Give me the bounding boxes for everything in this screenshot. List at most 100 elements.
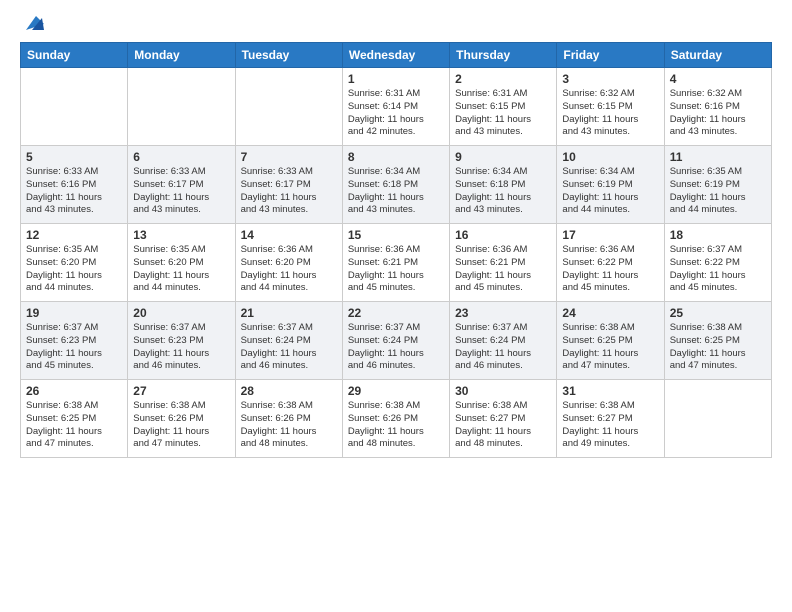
header — [20, 16, 772, 34]
day-number: 1 — [348, 72, 444, 86]
day-info: Sunrise: 6:35 AM Sunset: 6:20 PM Dayligh… — [133, 244, 229, 295]
calendar-cell: 17 Sunrise: 6:36 AM Sunset: 6:22 PM Dayli… — [557, 224, 664, 302]
day-number: 29 — [348, 384, 444, 398]
day-header-saturday: Saturday — [664, 43, 771, 68]
day-info: Sunrise: 6:34 AM Sunset: 6:18 PM Dayligh… — [455, 166, 551, 217]
day-info: Sunrise: 6:38 AM Sunset: 6:26 PM Dayligh… — [241, 400, 337, 451]
day-number: 27 — [133, 384, 229, 398]
day-number: 20 — [133, 306, 229, 320]
calendar-cell — [235, 68, 342, 146]
day-number: 3 — [562, 72, 658, 86]
day-info: Sunrise: 6:36 AM Sunset: 6:21 PM Dayligh… — [455, 244, 551, 295]
calendar-cell: 10 Sunrise: 6:34 AM Sunset: 6:19 PM Dayli… — [557, 146, 664, 224]
calendar-table: SundayMondayTuesdayWednesdayThursdayFrid… — [20, 42, 772, 458]
day-info: Sunrise: 6:38 AM Sunset: 6:26 PM Dayligh… — [133, 400, 229, 451]
calendar-cell: 16Sunrise: 6:36 AM Sunset: 6:21 PM Dayli… — [450, 224, 557, 302]
day-header-tuesday: Tuesday — [235, 43, 342, 68]
day-number: 10 — [562, 150, 658, 164]
logo — [20, 16, 44, 34]
day-info: Sunrise: 6:37 AM Sunset: 6:24 PM Dayligh… — [241, 322, 337, 373]
calendar-cell — [128, 68, 235, 146]
calendar-cell: 4Sunrise: 6:32 AM Sunset: 6:16 PM Daylig… — [664, 68, 771, 146]
day-info: Sunrise: 6:38 AM Sunset: 6:25 PM Dayligh… — [562, 322, 658, 373]
day-info: Sunrise: 6:37 AM Sunset: 6:22 PM Dayligh… — [670, 244, 766, 295]
day-number: 15 — [348, 228, 444, 242]
day-info: Sunrise: 6:38 AM Sunset: 6:25 PM Dayligh… — [670, 322, 766, 373]
day-number: 22 — [348, 306, 444, 320]
calendar-cell: 20 Sunrise: 6:37 AM Sunset: 6:23 PM Dayli… — [128, 302, 235, 380]
calendar-cell — [664, 380, 771, 458]
calendar-week-row: 19 Sunrise: 6:37 AM Sunset: 6:23 PM Dayli… — [21, 302, 772, 380]
calendar-week-row: 5 Sunrise: 6:33 AM Sunset: 6:16 PM Daylig… — [21, 146, 772, 224]
day-number: 19 — [26, 306, 122, 320]
day-number: 13 — [133, 228, 229, 242]
day-number: 11 — [670, 150, 766, 164]
calendar-cell: 12 Sunrise: 6:35 AM Sunset: 6:20 PM Dayli… — [21, 224, 128, 302]
day-number: 8 — [348, 150, 444, 164]
calendar-cell: 15 Sunrise: 6:36 AM Sunset: 6:21 PM Dayli… — [342, 224, 449, 302]
day-info: Sunrise: 6:38 AM Sunset: 6:27 PM Dayligh… — [562, 400, 658, 451]
day-info: Sunrise: 6:38 AM Sunset: 6:26 PM Dayligh… — [348, 400, 444, 451]
calendar-cell: 3Sunrise: 6:32 AM Sunset: 6:15 PM Daylig… — [557, 68, 664, 146]
day-info: Sunrise: 6:33 AM Sunset: 6:16 PM Dayligh… — [26, 166, 122, 217]
day-info: Sunrise: 6:34 AM Sunset: 6:18 PM Dayligh… — [348, 166, 444, 217]
day-info: Sunrise: 6:37 AM Sunset: 6:24 PM Dayligh… — [348, 322, 444, 373]
calendar-cell: 11Sunrise: 6:35 AM Sunset: 6:19 PM Dayli… — [664, 146, 771, 224]
day-number: 9 — [455, 150, 551, 164]
calendar-cell: 8 Sunrise: 6:34 AM Sunset: 6:18 PM Daylig… — [342, 146, 449, 224]
day-info: Sunrise: 6:36 AM Sunset: 6:22 PM Dayligh… — [562, 244, 658, 295]
day-info: Sunrise: 6:32 AM Sunset: 6:16 PM Dayligh… — [670, 88, 766, 139]
day-number: 31 — [562, 384, 658, 398]
day-info: Sunrise: 6:36 AM Sunset: 6:20 PM Dayligh… — [241, 244, 337, 295]
calendar-week-row: 12 Sunrise: 6:35 AM Sunset: 6:20 PM Dayli… — [21, 224, 772, 302]
calendar-week-row: 1 Sunrise: 6:31 AM Sunset: 6:14 PM Daylig… — [21, 68, 772, 146]
calendar-cell: 26Sunrise: 6:38 AM Sunset: 6:25 PM Dayli… — [21, 380, 128, 458]
calendar-cell: 22 Sunrise: 6:37 AM Sunset: 6:24 PM Dayli… — [342, 302, 449, 380]
day-info: Sunrise: 6:33 AM Sunset: 6:17 PM Dayligh… — [241, 166, 337, 217]
calendar-cell: 28 Sunrise: 6:38 AM Sunset: 6:26 PM Dayli… — [235, 380, 342, 458]
calendar-cell: 9 Sunrise: 6:34 AM Sunset: 6:18 PM Daylig… — [450, 146, 557, 224]
day-info: Sunrise: 6:37 AM Sunset: 6:23 PM Dayligh… — [133, 322, 229, 373]
day-info: Sunrise: 6:38 AM Sunset: 6:27 PM Dayligh… — [455, 400, 551, 451]
day-info: Sunrise: 6:37 AM Sunset: 6:23 PM Dayligh… — [26, 322, 122, 373]
calendar-cell: 25 Sunrise: 6:38 AM Sunset: 6:25 PM Dayli… — [664, 302, 771, 380]
calendar-cell: 23Sunrise: 6:37 AM Sunset: 6:24 PM Dayli… — [450, 302, 557, 380]
calendar-cell: 6 Sunrise: 6:33 AM Sunset: 6:17 PM Daylig… — [128, 146, 235, 224]
day-info: Sunrise: 6:38 AM Sunset: 6:25 PM Dayligh… — [26, 400, 122, 451]
day-header-thursday: Thursday — [450, 43, 557, 68]
day-number: 21 — [241, 306, 337, 320]
calendar-cell: 18 Sunrise: 6:37 AM Sunset: 6:22 PM Dayli… — [664, 224, 771, 302]
calendar-cell: 14 Sunrise: 6:36 AM Sunset: 6:20 PM Dayli… — [235, 224, 342, 302]
day-number: 25 — [670, 306, 766, 320]
day-number: 2 — [455, 72, 551, 86]
calendar-cell: 30Sunrise: 6:38 AM Sunset: 6:27 PM Dayli… — [450, 380, 557, 458]
day-number: 28 — [241, 384, 337, 398]
day-number: 23 — [455, 306, 551, 320]
day-number: 24 — [562, 306, 658, 320]
day-number: 18 — [670, 228, 766, 242]
day-info: Sunrise: 6:34 AM Sunset: 6:19 PM Dayligh… — [562, 166, 658, 217]
day-header-monday: Monday — [128, 43, 235, 68]
day-header-friday: Friday — [557, 43, 664, 68]
day-info: Sunrise: 6:36 AM Sunset: 6:21 PM Dayligh… — [348, 244, 444, 295]
day-number: 6 — [133, 150, 229, 164]
calendar-header-row: SundayMondayTuesdayWednesdayThursdayFrid… — [21, 43, 772, 68]
day-header-sunday: Sunday — [21, 43, 128, 68]
day-number: 17 — [562, 228, 658, 242]
day-number: 14 — [241, 228, 337, 242]
calendar-cell: 29 Sunrise: 6:38 AM Sunset: 6:26 PM Dayli… — [342, 380, 449, 458]
calendar-cell: 13 Sunrise: 6:35 AM Sunset: 6:20 PM Dayli… — [128, 224, 235, 302]
day-number: 5 — [26, 150, 122, 164]
calendar-cell: 31 Sunrise: 6:38 AM Sunset: 6:27 PM Dayli… — [557, 380, 664, 458]
day-number: 7 — [241, 150, 337, 164]
day-info: Sunrise: 6:31 AM Sunset: 6:14 PM Dayligh… — [348, 88, 444, 139]
calendar-cell: 2Sunrise: 6:31 AM Sunset: 6:15 PM Daylig… — [450, 68, 557, 146]
day-number: 12 — [26, 228, 122, 242]
calendar-cell: 1 Sunrise: 6:31 AM Sunset: 6:14 PM Daylig… — [342, 68, 449, 146]
calendar-cell: 5 Sunrise: 6:33 AM Sunset: 6:16 PM Daylig… — [21, 146, 128, 224]
day-info: Sunrise: 6:33 AM Sunset: 6:17 PM Dayligh… — [133, 166, 229, 217]
calendar-cell: 7 Sunrise: 6:33 AM Sunset: 6:17 PM Daylig… — [235, 146, 342, 224]
calendar-cell — [21, 68, 128, 146]
day-info: Sunrise: 6:35 AM Sunset: 6:20 PM Dayligh… — [26, 244, 122, 295]
calendar-cell: 19 Sunrise: 6:37 AM Sunset: 6:23 PM Dayli… — [21, 302, 128, 380]
